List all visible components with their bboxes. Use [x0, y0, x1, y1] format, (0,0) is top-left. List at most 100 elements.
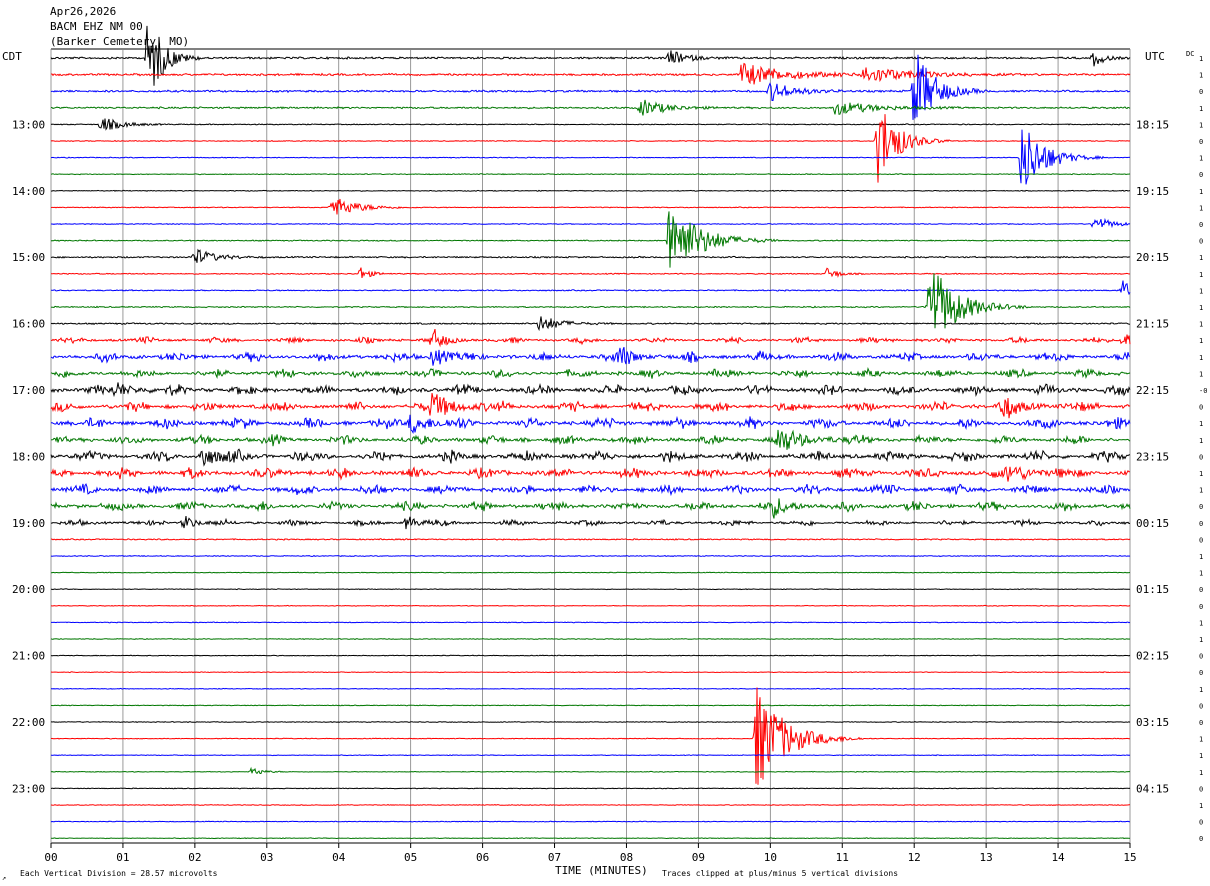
dc-offset-value: 1	[1199, 188, 1203, 196]
dc-offset-value: 1	[1199, 287, 1203, 295]
dc-offset-column: 1 1 0 1 1 0 1 0 1 1 0 0 1 1 1 1 1 1 1 1 -0 0 1 1 0 1 1 0 0 0 1 1 0 0 1 1 0 0 1…	[1199, 55, 1207, 843]
seismic-trace	[50, 483, 1131, 497]
seismic-trace	[50, 766, 1131, 775]
right-hour-label: 21:15	[1136, 318, 1169, 331]
x-tick-label: 15	[1123, 851, 1136, 864]
right-timezone-label: UTC	[1145, 50, 1165, 63]
dc-offset-value: 1	[1199, 204, 1203, 212]
left-hour-label: 22:00	[12, 716, 45, 729]
x-tick-label: 02	[188, 851, 201, 864]
seismic-trace	[50, 392, 1131, 419]
seismic-trace	[50, 99, 1131, 116]
seismic-trace	[51, 604, 1131, 607]
right-hour-label: 02:15	[1136, 650, 1169, 663]
seismic-trace	[50, 638, 1131, 640]
dc-offset-value: 0	[1199, 819, 1203, 827]
dc-offset-value: 0	[1199, 603, 1203, 611]
dc-offset-value: 1	[1199, 105, 1203, 113]
dc-offset-value: 1	[1199, 55, 1203, 63]
x-tick-label: 01	[116, 851, 129, 864]
dc-offset-value: 1	[1199, 321, 1203, 329]
seismic-trace	[50, 211, 1131, 268]
x-tick-label: 13	[980, 851, 993, 864]
x-tick-label: 08	[620, 851, 633, 864]
left-hour-label: 20:00	[12, 583, 45, 596]
dc-offset-value: 1	[1199, 619, 1203, 627]
left-hour-label: 21:00	[12, 650, 45, 663]
left-hour-label: 13:00	[12, 118, 45, 131]
right-hour-label: 01:15	[1136, 583, 1169, 596]
left-timezone-label: CDT	[2, 50, 22, 63]
seismic-trace	[50, 429, 1131, 450]
left-hour-label: 23:00	[12, 782, 45, 795]
dc-offset-value: 1	[1199, 553, 1203, 561]
x-tick-label: 14	[1051, 851, 1065, 864]
trace-layer	[50, 25, 1131, 840]
right-hour-label: 22:15	[1136, 384, 1169, 397]
dc-offset-value: 0	[1199, 171, 1203, 179]
dc-offset-value: 1	[1199, 354, 1203, 362]
seismic-trace	[50, 54, 1131, 120]
header-station: BACM EHZ NM 00	[50, 20, 143, 33]
seismic-trace	[50, 704, 1131, 707]
seismic-trace	[50, 382, 1131, 398]
dc-header: DC	[1186, 50, 1194, 58]
dc-offset-value: -0	[1199, 387, 1207, 395]
helicorder-plot: Apr26,2026 BACM EHZ NM 00 (Barker Cemete…	[2, 5, 1207, 882]
x-tick-label: 05	[404, 851, 417, 864]
dc-offset-value: 0	[1199, 586, 1203, 594]
dc-offset-value: 1	[1199, 420, 1203, 428]
dc-offset-value: 0	[1199, 238, 1203, 246]
dc-offset-value: 0	[1199, 669, 1203, 677]
dc-offset-value: 1	[1199, 254, 1203, 262]
seismic-trace	[50, 367, 1131, 380]
seismic-trace	[50, 721, 1131, 723]
header-location: (Barker Cemetery, MO)	[50, 35, 189, 48]
seismic-trace	[51, 267, 1131, 278]
seismic-trace	[50, 466, 1130, 482]
right-hour-labels: 18:15 19:15 20:15 21:15 22:15 23:15 00:15 01:15…	[1136, 118, 1169, 795]
dc-offset-value: 0	[1199, 785, 1203, 793]
seismic-trace	[50, 25, 1131, 86]
dc-offset-value: 0	[1199, 702, 1203, 710]
seismic-trace	[50, 273, 1131, 329]
dc-offset-value: 0	[1199, 653, 1203, 661]
seismic-trace	[50, 62, 1131, 85]
scale-note: Each Vertical Division = 28.57 microvolt…	[20, 869, 218, 878]
x-tick-label: 10	[764, 851, 777, 864]
seismic-trace	[50, 316, 1131, 332]
left-hour-label: 19:00	[12, 517, 45, 530]
left-hour-label: 18:00	[12, 450, 45, 463]
dc-offset-value: 1	[1199, 370, 1203, 378]
seismic-trace	[50, 498, 1131, 519]
right-hour-label: 04:15	[1136, 782, 1169, 795]
x-tick-label: 06	[476, 851, 489, 864]
right-hour-label: 20:15	[1136, 251, 1169, 264]
seismic-trace	[50, 554, 1131, 558]
dc-offset-value: 0	[1199, 221, 1203, 229]
seismic-trace	[50, 804, 1130, 806]
clip-note: Traces clipped at plus/minus 5 vertical …	[662, 869, 898, 878]
dc-offset-value: 1	[1199, 121, 1203, 129]
seismic-trace	[50, 837, 1131, 840]
left-hour-label: 14:00	[12, 185, 45, 198]
dc-offset-value: 1	[1199, 802, 1203, 810]
x-tick-label: 07	[548, 851, 561, 864]
dc-offset-value: 0	[1199, 520, 1203, 528]
seismic-trace	[50, 217, 1131, 229]
left-hour-label: 16:00	[12, 318, 45, 331]
dc-offset-value: 1	[1199, 752, 1203, 760]
dc-offset-value: 0	[1199, 453, 1203, 461]
left-hour-label: 17:00	[12, 384, 45, 397]
dc-offset-value: 0	[1199, 536, 1203, 544]
dc-offset-value: 0	[1199, 719, 1203, 727]
right-hour-label: 00:15	[1136, 517, 1169, 530]
x-tick-label: 03	[260, 851, 273, 864]
right-hour-label: 19:15	[1136, 185, 1169, 198]
dc-offset-value: 1	[1199, 155, 1203, 163]
seismic-trace	[50, 118, 1131, 131]
seismic-trace	[50, 129, 1131, 185]
seismic-trace	[50, 754, 1131, 757]
x-tick-label: 04	[332, 851, 346, 864]
dc-offset-value: 1	[1199, 337, 1203, 345]
